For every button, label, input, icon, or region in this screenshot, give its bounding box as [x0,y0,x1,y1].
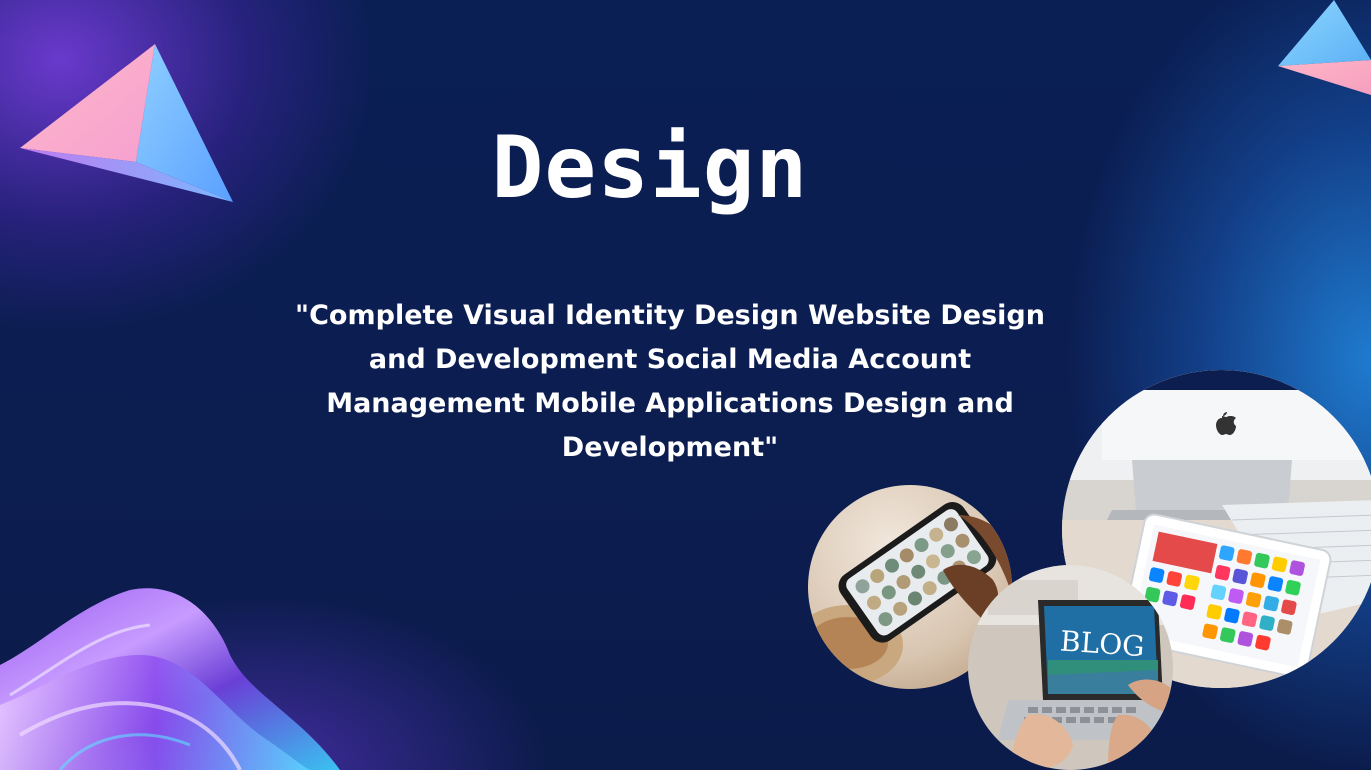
blog-laptop-photo: BLOG [968,565,1173,770]
services-description: "Complete Visual Identity Design Website… [295,300,1045,463]
page-title: Design [491,118,809,218]
prism-decoration-right [1278,0,1371,95]
slide: Design "Complete Visual Identity Design … [0,0,1371,770]
fabric-decoration [0,588,340,770]
blog-screen-text: BLOG [1059,624,1146,663]
